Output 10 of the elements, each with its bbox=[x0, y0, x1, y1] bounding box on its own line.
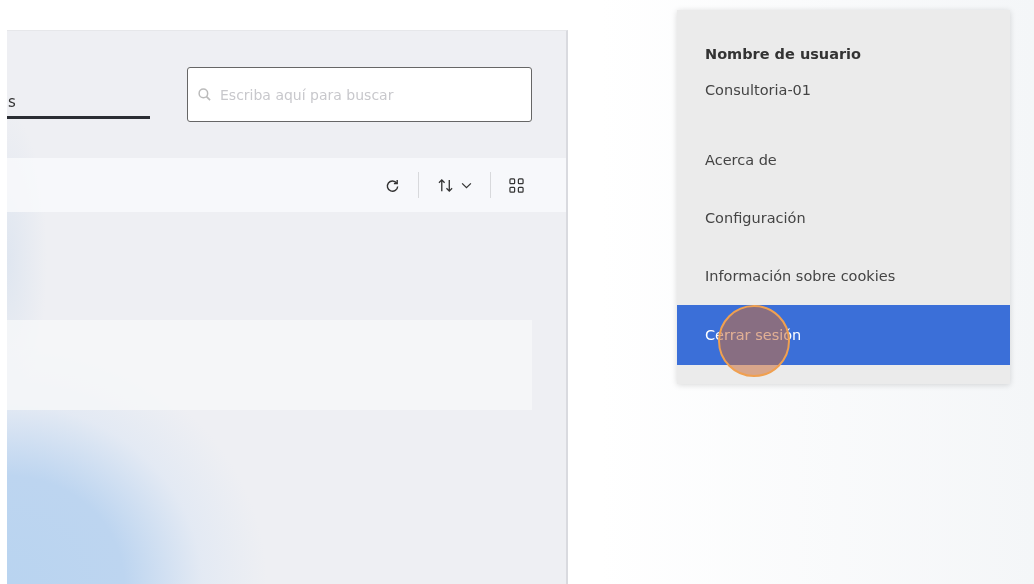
tab[interactable]: s bbox=[7, 67, 150, 119]
menu-heading: Nombre de usuario bbox=[704, 45, 863, 64]
menu-item[interactable]: Configuración bbox=[677, 189, 1010, 247]
sort-icon bbox=[437, 177, 455, 193]
username: Consultoria-01 bbox=[704, 81, 813, 100]
chevron-down-icon bbox=[461, 181, 472, 189]
grid-icon bbox=[509, 177, 524, 193]
refresh-icon bbox=[385, 177, 400, 193]
menu-item[interactable]: Acerca de bbox=[677, 131, 1010, 189]
menu-item[interactable]: Información sobre cookies bbox=[677, 247, 1010, 305]
